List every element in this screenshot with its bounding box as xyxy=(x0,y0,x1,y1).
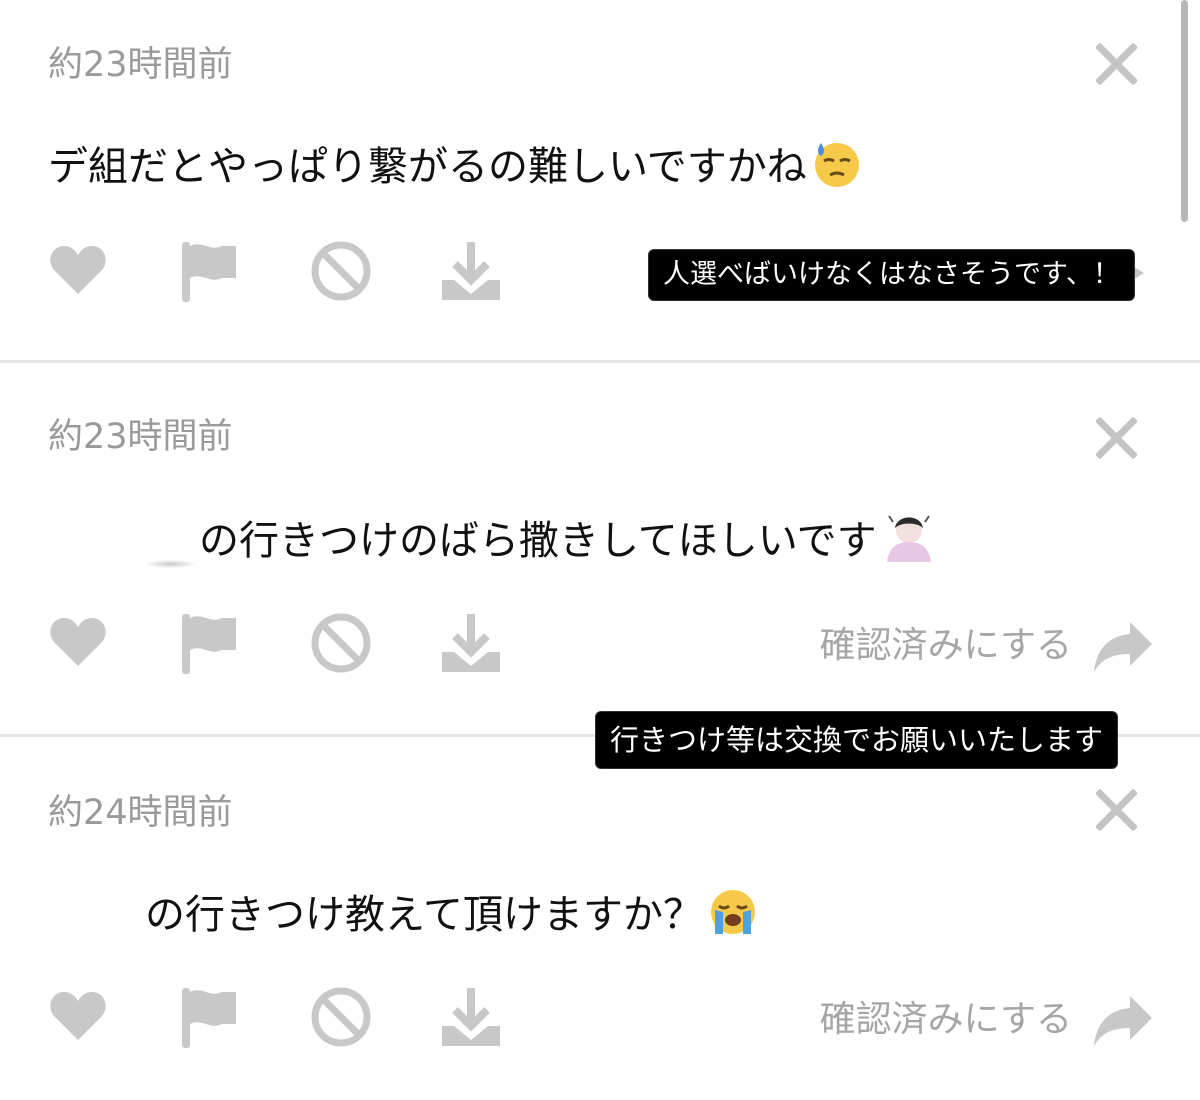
flag-icon[interactable] xyxy=(180,986,240,1050)
comment-timestamp: 約24時間前 xyxy=(48,793,233,833)
download-icon[interactable] xyxy=(440,986,502,1048)
close-icon[interactable] xyxy=(1092,40,1140,88)
comment-text: の行きつけのばら撒きしてほしいです xyxy=(145,508,937,574)
mark-confirmed-button[interactable]: 確認済みにする xyxy=(820,990,1072,1042)
share-arrow-icon[interactable] xyxy=(1090,620,1154,678)
comment-timestamp: 約23時間前 xyxy=(48,45,233,85)
download-icon[interactable] xyxy=(440,612,502,674)
block-icon[interactable] xyxy=(310,612,372,674)
comment-text-body: の行きつけ教えて頂けますか？ xyxy=(145,892,703,938)
flag-icon[interactable] xyxy=(180,240,240,304)
comment-text: の行きつけ教えて頂けますか？ xyxy=(145,882,759,948)
comment-actions: 確認済みにする xyxy=(0,986,1200,1056)
loudly-crying-face-icon xyxy=(707,886,759,948)
heart-icon[interactable] xyxy=(48,612,108,672)
comment-card: 約23時間前 の行きつけのばら撒きしてほしいです 確認済みにする xyxy=(0,364,1200,734)
comment-actions: 確認済みにする xyxy=(0,612,1200,682)
comment-text-body: デ組だとやっぱり繋がるの難しいですかね xyxy=(48,144,807,190)
person-bowing-icon xyxy=(881,512,937,574)
comment-card: 約23時間前 デ組だとやっぱり繋がるの難しいですかね 人選べばいけなくはなさそう… xyxy=(0,0,1200,360)
block-icon[interactable] xyxy=(310,986,372,1048)
comment-card: 約24時間前 の行きつけ教えて頂けますか？ 確認済みにする xyxy=(0,738,1200,1100)
heart-icon[interactable] xyxy=(48,986,108,1046)
download-icon[interactable] xyxy=(440,240,502,302)
mark-confirmed-button[interactable]: 確認済みにする xyxy=(820,616,1072,668)
comment-text: デ組だとやっぱり繋がるの難しいですかね xyxy=(48,134,863,200)
comment-text-body: の行きつけのばら撒きしてほしいです xyxy=(199,518,877,564)
close-icon[interactable] xyxy=(1092,414,1140,462)
flag-icon[interactable] xyxy=(180,612,240,676)
divider xyxy=(0,360,1200,363)
share-arrow-icon[interactable] xyxy=(1090,994,1154,1052)
redacted-text xyxy=(145,560,195,568)
sweat-face-icon xyxy=(811,138,863,200)
reply-tooltip: 人選べばいけなくはなさそうです、！ xyxy=(648,249,1135,301)
close-icon[interactable] xyxy=(1092,786,1140,834)
comment-timestamp: 約23時間前 xyxy=(48,417,233,457)
heart-icon[interactable] xyxy=(48,240,108,300)
block-icon[interactable] xyxy=(310,240,372,302)
